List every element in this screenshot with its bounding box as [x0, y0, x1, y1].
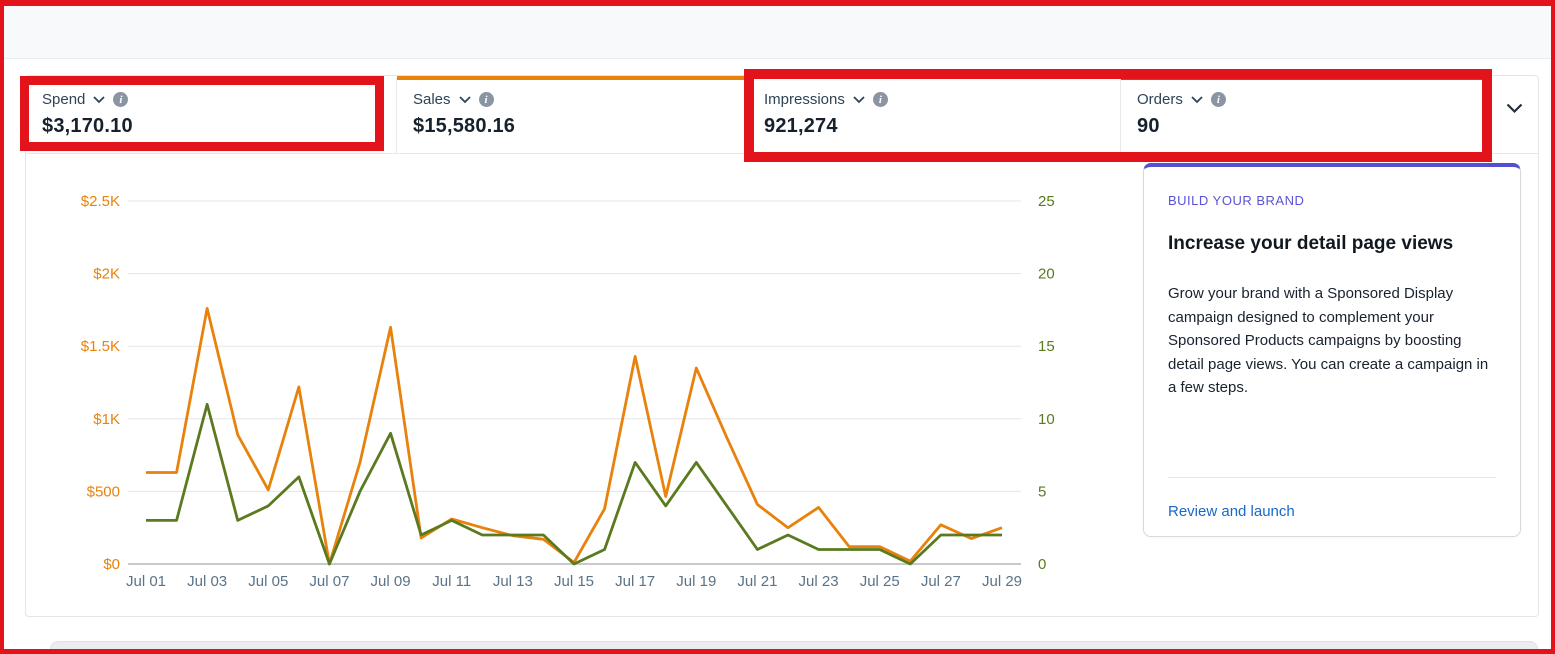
- svg-text:25: 25: [1038, 193, 1055, 210]
- svg-text:Jul 29: Jul 29: [982, 573, 1022, 590]
- metric-summary-row: Spend i $3,170.10 Sales i $15,580.16 Imp…: [26, 76, 1538, 154]
- svg-text:$0: $0: [103, 556, 120, 573]
- panel-eyebrow: BUILD YOUR BRAND: [1168, 193, 1496, 208]
- chevron-down-icon[interactable]: [1191, 96, 1203, 104]
- metric-label-orders: Orders: [1137, 91, 1183, 108]
- chevron-down-icon[interactable]: [459, 96, 471, 104]
- metric-value-sales: $15,580.16: [413, 115, 747, 138]
- svg-text:Jul 19: Jul 19: [676, 573, 716, 590]
- panel-divider: [1168, 477, 1496, 478]
- top-bar: [0, 0, 1555, 59]
- info-icon[interactable]: i: [873, 92, 888, 107]
- metric-value-spend: $3,170.10: [42, 115, 396, 138]
- svg-text:Jul 17: Jul 17: [615, 573, 655, 590]
- metrics-dashboard-card: Spend i $3,170.10 Sales i $15,580.16 Imp…: [25, 75, 1539, 617]
- collapse-chart-button[interactable]: [1491, 76, 1538, 153]
- svg-text:Jul 15: Jul 15: [554, 573, 594, 590]
- svg-text:Jul 13: Jul 13: [493, 573, 533, 590]
- svg-text:Jul 03: Jul 03: [187, 573, 227, 590]
- svg-text:$1.5K: $1.5K: [81, 338, 120, 355]
- metric-card-spend[interactable]: Spend i $3,170.10: [26, 76, 397, 153]
- svg-text:Jul 11: Jul 11: [432, 573, 471, 590]
- next-section-header-bar: [50, 641, 1538, 654]
- svg-text:Jul 27: Jul 27: [921, 573, 961, 590]
- svg-text:20: 20: [1038, 266, 1055, 283]
- svg-text:5: 5: [1038, 483, 1046, 500]
- svg-text:Jul 09: Jul 09: [371, 573, 411, 590]
- metric-card-orders[interactable]: Orders i 90: [1121, 76, 1491, 153]
- chevron-down-icon[interactable]: [853, 96, 865, 104]
- metric-value-orders: 90: [1137, 115, 1490, 138]
- metric-value-impressions: 921,274: [764, 115, 1120, 138]
- info-icon[interactable]: i: [113, 92, 128, 107]
- svg-text:0: 0: [1038, 556, 1046, 573]
- svg-text:Jul 21: Jul 21: [737, 573, 777, 590]
- sales-line: [146, 308, 1002, 564]
- page: { "metrics": [ {"label": "Spend", "value…: [0, 0, 1555, 654]
- chevron-down-icon[interactable]: [93, 96, 105, 104]
- metric-card-sales[interactable]: Sales i $15,580.16: [397, 76, 748, 153]
- svg-text:$2.5K: $2.5K: [81, 193, 120, 210]
- svg-text:$500: $500: [87, 483, 120, 500]
- svg-text:Jul 05: Jul 05: [248, 573, 288, 590]
- metric-card-impressions[interactable]: Impressions i 921,274: [748, 76, 1121, 153]
- svg-text:$2K: $2K: [93, 266, 120, 283]
- review-and-launch-link[interactable]: Review and launch: [1168, 503, 1295, 520]
- svg-text:Jul 23: Jul 23: [799, 573, 839, 590]
- svg-text:Jul 07: Jul 07: [309, 573, 349, 590]
- metric-label-spend: Spend: [42, 91, 85, 108]
- chevron-down-icon: [1506, 103, 1523, 114]
- svg-text:Jul 01: Jul 01: [126, 573, 166, 590]
- info-icon[interactable]: i: [479, 92, 494, 107]
- build-your-brand-panel: BUILD YOUR BRAND Increase your detail pa…: [1143, 163, 1521, 537]
- panel-heading: Increase your detail page views: [1168, 233, 1496, 255]
- svg-text:Jul 25: Jul 25: [860, 573, 900, 590]
- metric-label-impressions: Impressions: [764, 91, 845, 108]
- orders-line: [146, 404, 1002, 564]
- panel-body-text: Grow your brand with a Sponsored Display…: [1168, 282, 1490, 400]
- svg-text:10: 10: [1038, 411, 1055, 428]
- metric-label-sales: Sales: [413, 91, 451, 108]
- svg-text:15: 15: [1038, 338, 1055, 355]
- info-icon[interactable]: i: [1211, 92, 1226, 107]
- svg-text:$1K: $1K: [93, 411, 120, 428]
